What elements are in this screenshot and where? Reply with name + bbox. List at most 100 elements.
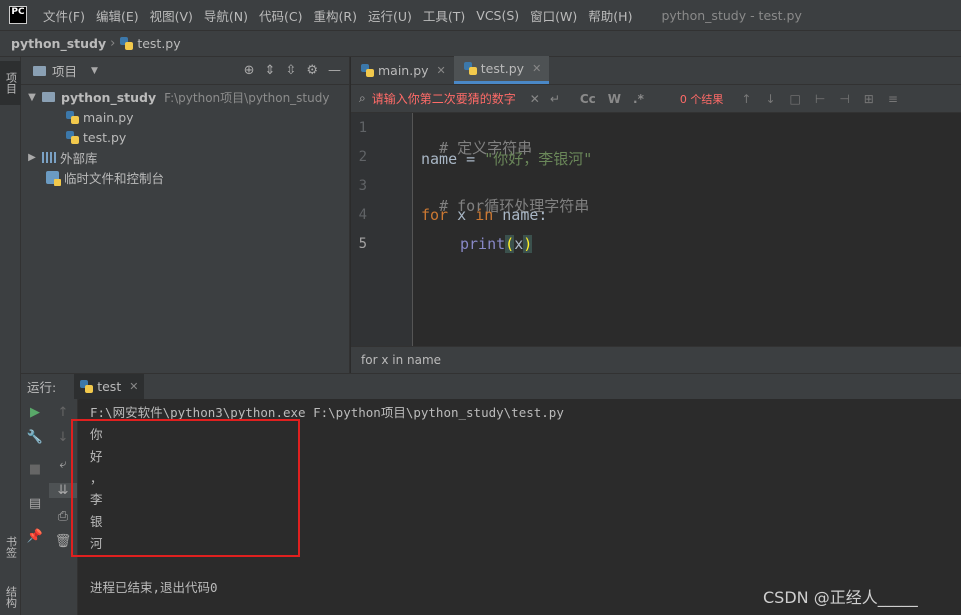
menu-edit[interactable]: 编辑(E) bbox=[96, 6, 139, 25]
rerun-icon[interactable]: ▶ bbox=[21, 405, 49, 420]
code-keyword: for bbox=[421, 206, 449, 224]
search-icon[interactable]: ⌕ bbox=[359, 91, 366, 106]
code-paren: ( bbox=[505, 235, 515, 253]
code-string: "你好，李银河" bbox=[484, 150, 593, 168]
tool-tab-structure-label: 结构 bbox=[4, 586, 18, 608]
chevron-down-icon[interactable]: ▼ bbox=[91, 66, 98, 76]
window-title: python_study - test.py bbox=[661, 7, 802, 23]
tree-file-row[interactable]: main.py bbox=[21, 107, 349, 127]
menu-bar: PC 文件(F) 编辑(E) 视图(V) 导航(N) 代码(C) 重构(R) 运… bbox=[0, 0, 961, 30]
project-panel-header: 项目 ▼ ⊕ ⇕ ⇳ ⚙ — bbox=[21, 57, 349, 85]
arrow-up-icon[interactable]: ↑ bbox=[49, 405, 77, 420]
python-file-icon bbox=[463, 62, 477, 75]
tree-file-label: test.py bbox=[83, 129, 127, 145]
tool-tab-structure[interactable]: 结构 bbox=[0, 579, 21, 615]
tab-main-py[interactable]: main.py ✕ bbox=[351, 56, 454, 84]
code-line: print(x) bbox=[460, 235, 533, 253]
run-tab-label: test bbox=[97, 379, 122, 394]
chevron-right-icon[interactable]: ▶ bbox=[26, 152, 38, 163]
library-icon bbox=[42, 151, 56, 163]
tree-external-libs-label: 外部库 bbox=[60, 150, 98, 166]
run-toolbar-primary: ▶ 🔧 ■ ▤ 📌 bbox=[21, 399, 49, 615]
code-line: name = "你好，李银河" bbox=[421, 148, 592, 169]
run-panel-header: 运行: test ✕ bbox=[21, 373, 961, 400]
project-panel-actions: ⊕ ⇕ ⇳ ⚙ — bbox=[244, 63, 341, 78]
line-number: 1 bbox=[358, 120, 367, 136]
menu-navigate[interactable]: 导航(N) bbox=[204, 6, 248, 25]
code-text: x bbox=[448, 206, 476, 224]
tree-file-row[interactable]: test.py bbox=[21, 127, 349, 147]
menu-tools[interactable]: 工具(T) bbox=[423, 6, 465, 25]
tool-tab-bookmarks[interactable]: 书签 bbox=[0, 527, 21, 567]
python-file-icon bbox=[66, 130, 79, 144]
run-tab-test[interactable]: test ✕ bbox=[74, 373, 145, 400]
wrench-icon[interactable]: 🔧 bbox=[21, 430, 49, 445]
gear-icon[interactable]: ⚙ bbox=[306, 63, 318, 78]
tree-root-row[interactable]: ▼ python_study F:\python项目\python_study bbox=[21, 87, 349, 107]
menu-file[interactable]: 文件(F) bbox=[43, 6, 85, 25]
code-breadcrumb[interactable]: for x in name bbox=[351, 346, 961, 373]
run-label: 运行: bbox=[27, 380, 57, 395]
watermark: CSDN @正经人_____ bbox=[763, 588, 918, 607]
pin-icon[interactable]: 📌 bbox=[21, 529, 49, 544]
tool-tab-project-label: 项目 bbox=[4, 72, 18, 94]
menu-view[interactable]: 视图(V) bbox=[150, 6, 193, 25]
code-text: x bbox=[514, 235, 524, 253]
project-tree: ▼ python_study F:\python项目\python_study … bbox=[21, 85, 349, 187]
filter-icon[interactable]: ≡ bbox=[888, 92, 898, 106]
tab-label: test.py bbox=[480, 61, 525, 76]
close-icon[interactable]: ✕ bbox=[437, 64, 446, 77]
tree-root-path: F:\python项目\python_study bbox=[164, 90, 330, 105]
menu-help[interactable]: 帮助(H) bbox=[588, 6, 632, 25]
tree-scratches-row[interactable]: 临时文件和控制台 bbox=[21, 167, 349, 187]
breadcrumb-project[interactable]: python_study bbox=[11, 36, 106, 51]
python-file-icon bbox=[361, 63, 374, 77]
annotation-highlight-box bbox=[71, 419, 300, 557]
menu-vcs[interactable]: VCS(S) bbox=[476, 8, 519, 23]
line-number: 4 bbox=[358, 207, 367, 223]
stop-icon[interactable]: ■ bbox=[21, 462, 49, 477]
regex-toggle[interactable]: .* bbox=[633, 92, 644, 106]
tool-tab-bookmarks-label: 书签 bbox=[4, 536, 18, 558]
add-occurrence-icon[interactable]: ⊢ bbox=[815, 92, 825, 106]
locate-icon[interactable]: ⊕ bbox=[244, 63, 255, 78]
code-line: for x in name: bbox=[421, 206, 547, 224]
next-occurrence-icon[interactable]: ↓ bbox=[765, 92, 775, 106]
menu-run[interactable]: 运行(U) bbox=[368, 6, 412, 25]
search-input[interactable]: 请输入你第二次要猜的数字 bbox=[372, 90, 516, 107]
line-number: 3 bbox=[358, 178, 367, 194]
code-paren: ) bbox=[523, 235, 533, 253]
tab-label: main.py bbox=[378, 62, 429, 78]
folder-icon bbox=[33, 65, 46, 76]
project-panel-title[interactable]: 项目 bbox=[52, 61, 77, 80]
match-case-toggle[interactable]: Cc bbox=[580, 92, 596, 106]
select-all-occurrences-icon[interactable]: □ bbox=[790, 92, 801, 106]
whole-word-toggle[interactable]: W bbox=[608, 92, 621, 106]
layout-icon[interactable]: ▤ bbox=[21, 496, 49, 511]
search-result-count: 0 个结果 bbox=[679, 92, 724, 106]
menu-refactor[interactable]: 重构(R) bbox=[314, 6, 357, 25]
pycharm-logo-icon: PC bbox=[9, 6, 27, 24]
previous-occurrence-icon[interactable]: ↑ bbox=[741, 92, 751, 106]
remove-occurrence-icon[interactable]: ⊣ bbox=[839, 92, 849, 106]
minimize-icon[interactable]: — bbox=[328, 63, 341, 78]
code-builtin: print bbox=[460, 235, 506, 253]
collapse-all-icon[interactable]: ⇳ bbox=[285, 63, 296, 78]
tool-tab-project[interactable]: 项目 bbox=[0, 61, 21, 105]
menu-code[interactable]: 代码(C) bbox=[259, 6, 302, 25]
menu-window[interactable]: 窗口(W) bbox=[530, 6, 577, 25]
chevron-down-icon[interactable]: ▼ bbox=[26, 92, 38, 103]
python-file-icon bbox=[120, 37, 134, 50]
clear-search-icon[interactable]: ✕ bbox=[530, 92, 540, 106]
tab-test-py[interactable]: test.py ✕ bbox=[453, 56, 550, 84]
code-text: name: bbox=[493, 206, 548, 224]
close-icon[interactable]: ✕ bbox=[129, 380, 138, 393]
tree-external-libs-row[interactable]: ▶ 外部库 bbox=[21, 147, 349, 167]
breadcrumb-file[interactable]: test.py bbox=[137, 36, 180, 51]
find-tools: ↑ ↓ □ ⊢ ⊣ ⊞ ≡ bbox=[741, 92, 898, 106]
expand-all-icon[interactable]: ⇕ bbox=[265, 63, 276, 78]
select-all-icon[interactable]: ⊞ bbox=[864, 92, 874, 106]
new-line-icon[interactable]: ↵ bbox=[550, 92, 560, 106]
close-icon[interactable]: ✕ bbox=[532, 62, 541, 75]
python-file-icon bbox=[66, 110, 79, 124]
